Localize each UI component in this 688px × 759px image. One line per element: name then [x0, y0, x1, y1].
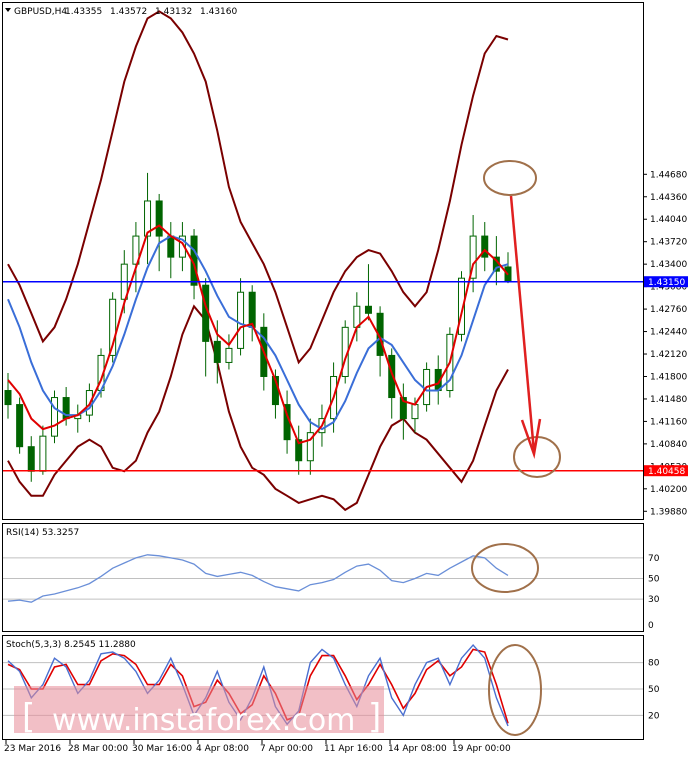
time-tick-label: 19 Apr 00:00 — [452, 744, 511, 754]
price-tick-label: 1.44040 — [650, 215, 687, 225]
price-tick-label: 1.44680 — [650, 170, 687, 180]
price-tick-label: 1.42120 — [650, 350, 687, 360]
candle-body — [16, 404, 24, 448]
price-tick-label: 1.41800 — [650, 372, 687, 382]
rsi-tick-label: 70 — [648, 554, 660, 564]
candle-body — [411, 404, 419, 420]
price-tick-label: 1.40200 — [650, 485, 687, 495]
target-level-label: 1.40458 — [648, 467, 685, 477]
candle-body — [364, 305, 372, 314]
stoch-tick-label: 50 — [648, 685, 660, 695]
price-tick-label: 1.42760 — [650, 305, 687, 315]
price-tick-label: 1.40840 — [650, 440, 687, 450]
candle-body — [27, 446, 35, 472]
ohlc-high: 1.43572 — [110, 7, 147, 17]
stoch-label: Stoch(5,3,3) 8.2545 11.2880 — [6, 640, 136, 650]
resistance-level-label: 1.43150 — [648, 278, 685, 288]
candle-body — [155, 200, 163, 237]
time-tick-label: 11 Apr 16:00 — [324, 744, 383, 754]
time-tick-label: 28 Mar 00:00 — [68, 744, 128, 754]
watermark-right-bracket: ] — [368, 697, 381, 737]
ohlc-open: 1.43355 — [65, 7, 102, 17]
rsi-label: RSI(14) 53.3257 — [6, 528, 79, 538]
candle-body — [39, 435, 47, 472]
watermark-text: www.instaforex.com — [52, 703, 355, 738]
rsi-tick-label: 30 — [648, 595, 660, 605]
rsi-tick-label: 50 — [648, 575, 660, 585]
watermark-left-bracket: [ — [22, 697, 35, 737]
rsi-tick-label: 0 — [648, 621, 654, 631]
stoch-tick-label: 20 — [648, 711, 660, 721]
candle-body — [167, 235, 175, 258]
symbol-timeframe: GBPUSD,H4 — [14, 7, 67, 17]
candle-body — [237, 291, 245, 349]
price-tick-label: 1.41160 — [650, 417, 687, 427]
chart-canvas: 1.446801.443601.440401.437201.434001.430… — [0, 0, 688, 755]
candle-body — [225, 347, 233, 363]
ohlc-low: 1.43132 — [155, 7, 192, 17]
time-tick-label: 14 Apr 08:00 — [388, 744, 447, 754]
time-tick-label: 7 Apr 00:00 — [260, 744, 313, 754]
stoch-tick-label: 80 — [648, 659, 660, 669]
price-tick-label: 1.39880 — [650, 507, 687, 517]
price-tick-label: 1.44360 — [650, 193, 687, 203]
price-tick-label: 1.42440 — [650, 328, 687, 338]
candle-body — [4, 390, 12, 406]
time-tick-label: 4 Apr 08:00 — [196, 744, 249, 754]
time-tick-label: 23 Mar 2016 — [4, 744, 61, 754]
price-tick-label: 1.43720 — [650, 238, 687, 248]
ohlc-close: 1.43160 — [200, 7, 237, 17]
candle-body — [248, 291, 256, 328]
price-tick-label: 1.41480 — [650, 395, 687, 405]
price-tick-label: 1.43400 — [650, 260, 687, 270]
time-tick-label: 30 Mar 16:00 — [132, 744, 192, 754]
candle-body — [213, 340, 221, 363]
forex-chart: 1.44680 1.44360 1.44040 1.43720 1.43400 1.430… — [0, 0, 688, 755]
